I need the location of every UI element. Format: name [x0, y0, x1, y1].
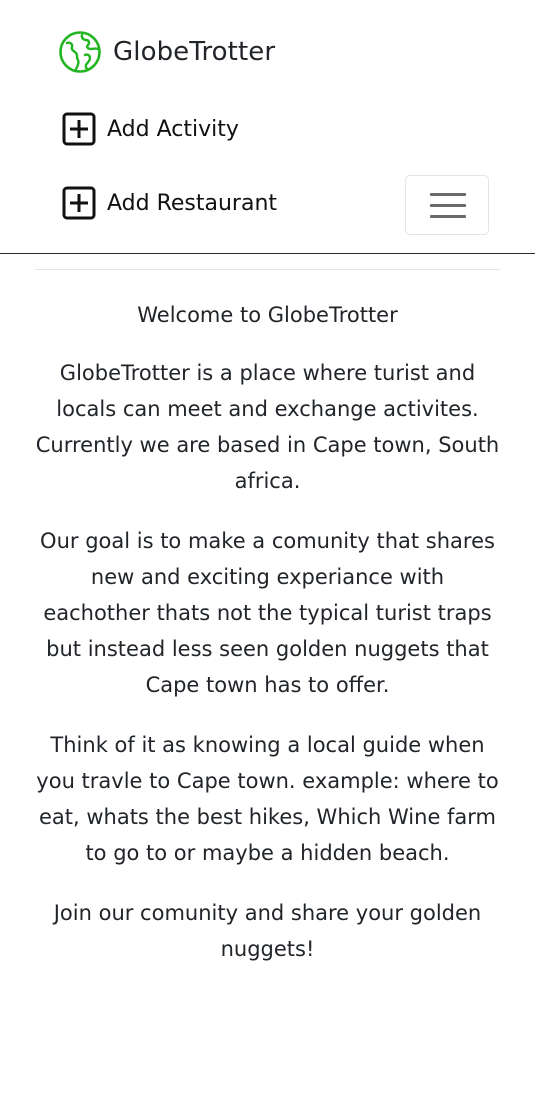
nav-add-activity[interactable]: Add Activity: [62, 112, 239, 146]
guide-paragraph: Think of it as knowing a local guide whe…: [36, 733, 499, 865]
intro-paragraph: GlobeTrotter is a place where turist and…: [35, 361, 500, 493]
navbar-toggler-button[interactable]: [405, 175, 489, 235]
nav-add-restaurant-label: Add Restaurant: [107, 190, 278, 216]
navbar: GlobeTrotter Add Activity Add Restaurant: [0, 0, 535, 254]
nav-add-activity-label: Add Activity: [107, 116, 239, 142]
hamburger-menu-icon: [430, 193, 466, 196]
page-title: Welcome to GlobeTrotter: [137, 303, 398, 327]
hamburger-menu-icon: [430, 204, 466, 207]
brand-link[interactable]: GlobeTrotter: [58, 30, 275, 74]
hamburger-menu-icon: [430, 215, 466, 218]
plus-square-icon: [62, 112, 96, 146]
nav-add-restaurant[interactable]: Add Restaurant: [62, 186, 277, 220]
goal-paragraph: Our goal is to make a comunity that shar…: [40, 529, 495, 697]
main-content: Welcome to GlobeTrotter GlobeTrotter is …: [35, 269, 500, 967]
join-paragraph: Join our comunity and share your golden …: [53, 901, 482, 961]
brand-name: GlobeTrotter: [113, 37, 276, 67]
globe-icon: [58, 30, 102, 74]
plus-square-icon: [62, 186, 96, 220]
